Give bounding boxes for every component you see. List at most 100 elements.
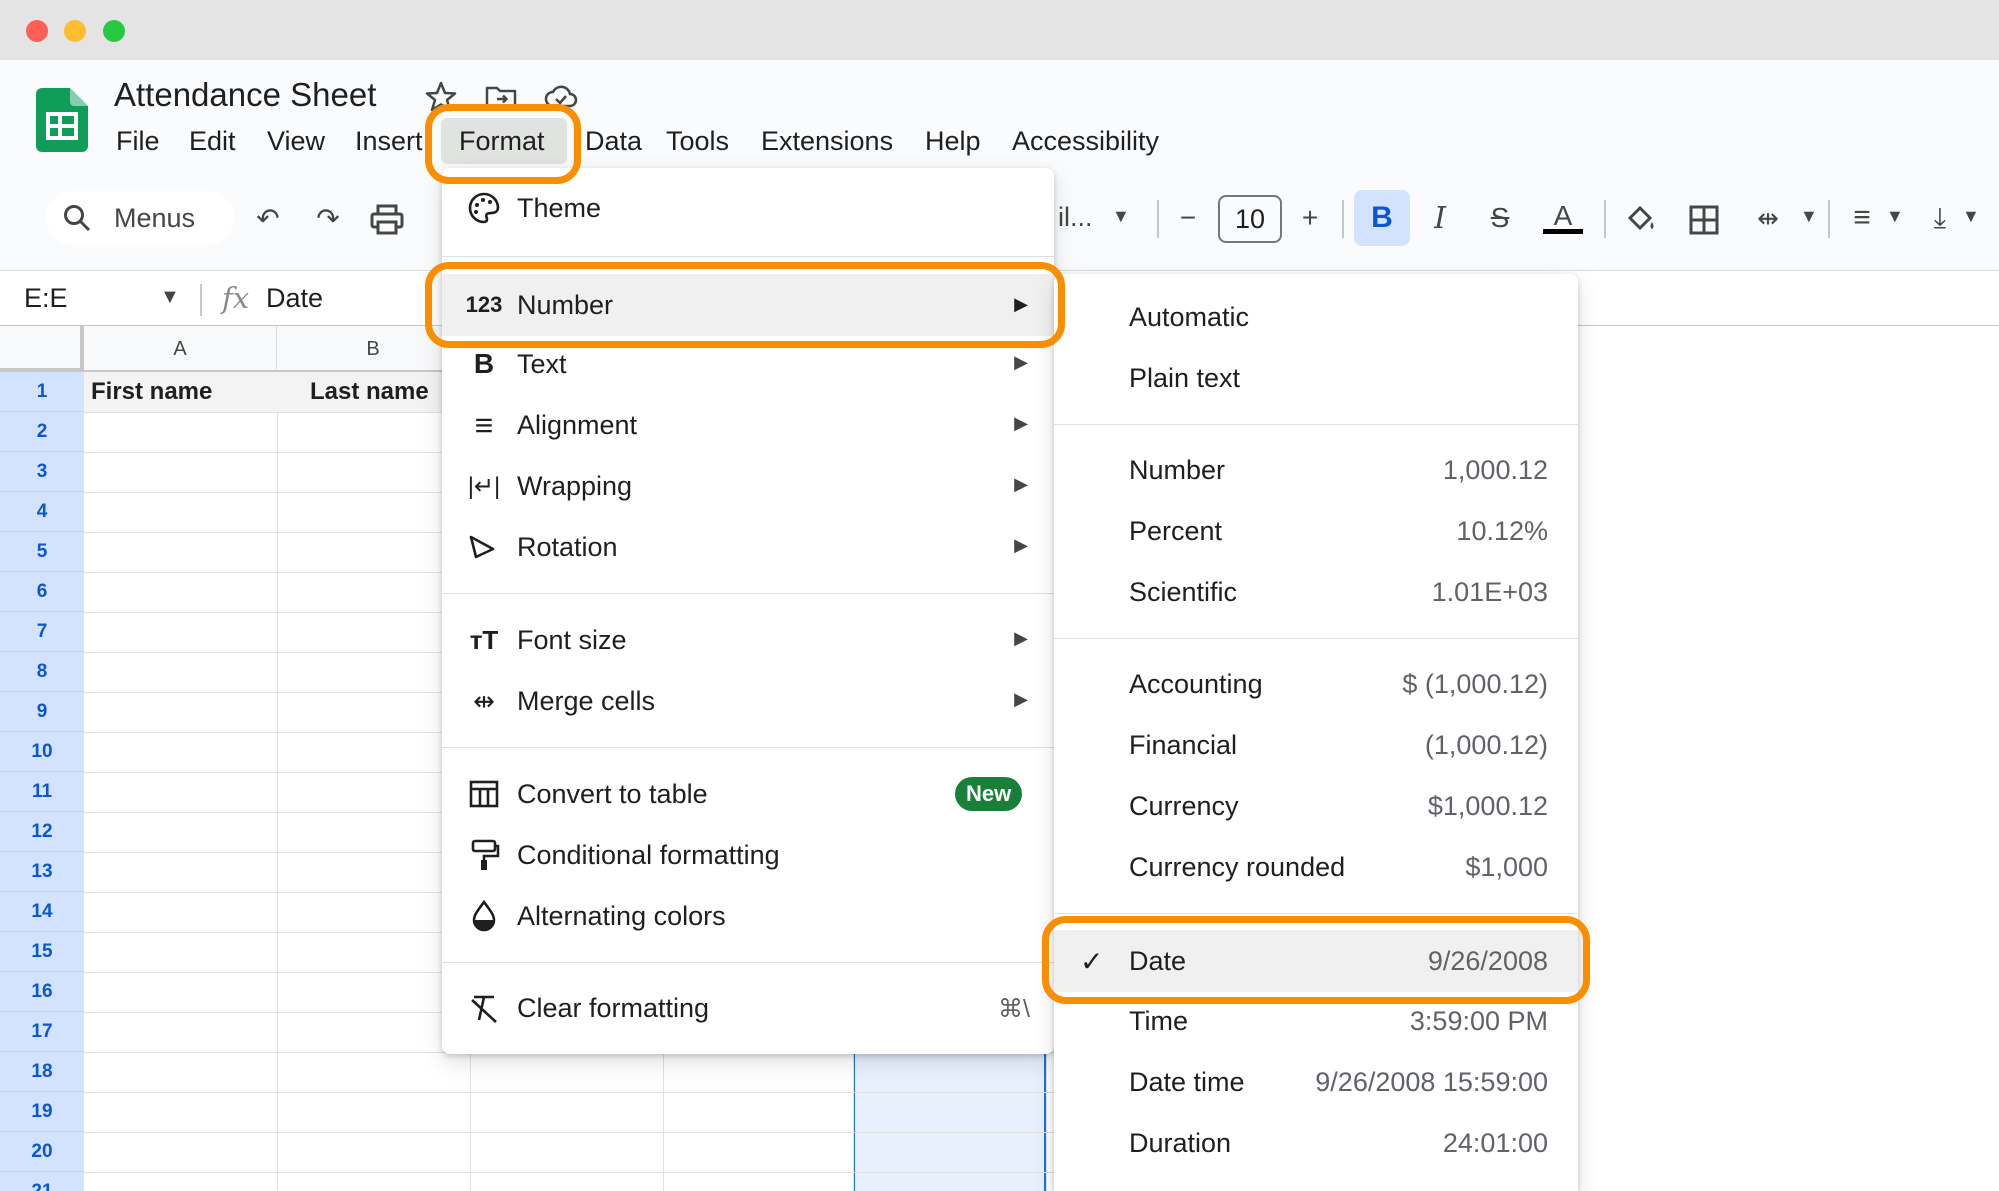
row-header-9[interactable]: 9 <box>0 692 84 732</box>
horizontal-align-icon[interactable]: ≡ <box>1840 196 1884 240</box>
number-format-currency-rounded[interactable]: Currency rounded $1,000 <box>1054 839 1578 895</box>
menu-data[interactable]: Data <box>585 126 642 157</box>
format-menu-item-conditional-formatting[interactable]: Conditional formatting <box>442 827 1054 883</box>
format-menu-item-convert-to-table[interactable]: Convert to table New <box>442 766 1054 822</box>
submenu-arrow-icon: ▶ <box>1014 689 1028 709</box>
number-format-automatic[interactable]: Automatic <box>1054 289 1578 345</box>
row-header-21[interactable]: 21 <box>0 1172 84 1191</box>
print-icon[interactable] <box>370 204 404 236</box>
format-menu-item-clear-formatting[interactable]: Clear formatting ⌘\ <box>442 980 1054 1036</box>
chevron-down-icon[interactable]: ▼ <box>1886 206 1904 227</box>
undo-icon[interactable]: ↶ <box>246 196 290 240</box>
row-header-18[interactable]: 18 <box>0 1052 84 1092</box>
cell-a1[interactable]: First name <box>91 378 212 406</box>
number-format-plain-text[interactable]: Plain text <box>1054 350 1578 406</box>
format-menu-item-rotation[interactable]: Rotation ▶ <box>442 519 1054 575</box>
font-size-input[interactable]: 10 <box>1218 195 1282 243</box>
row-header-7[interactable]: 7 <box>0 612 84 652</box>
row-header-20[interactable]: 20 <box>0 1132 84 1172</box>
borders-icon[interactable] <box>1688 204 1720 236</box>
number-format-currency[interactable]: Currency $1,000.12 <box>1054 778 1578 834</box>
row-header-8[interactable]: 8 <box>0 652 84 692</box>
menu-accessibility[interactable]: Accessibility <box>1012 126 1159 157</box>
format-menu-item-font-size[interactable]: ᴛT Font size ▶ <box>442 612 1054 668</box>
row-header-6[interactable]: 6 <box>0 572 84 612</box>
number-format-accounting[interactable]: Accounting $ (1,000.12) <box>1054 656 1578 712</box>
format-menu-label: Rotation <box>517 532 618 562</box>
menu-extensions[interactable]: Extensions <box>761 126 893 157</box>
format-menu-label: Convert to table <box>517 779 708 809</box>
number-format-number[interactable]: Number 1,000.12 <box>1054 442 1578 498</box>
submenu-arrow-icon: ▶ <box>1014 628 1028 648</box>
strikethrough-icon[interactable]: S <box>1478 196 1522 240</box>
name-box[interactable]: E:E <box>24 283 68 314</box>
row-header-12[interactable]: 12 <box>0 812 84 852</box>
number-format-duration[interactable]: Duration 24:01:00 <box>1054 1115 1578 1171</box>
text-color-icon[interactable]: A <box>1541 196 1585 240</box>
row-header-13[interactable]: 13 <box>0 852 84 892</box>
chevron-down-icon[interactable]: ▼ <box>1800 206 1818 227</box>
select-all-corner[interactable] <box>0 326 84 372</box>
vertical-align-icon[interactable]: ⤓ <box>1918 196 1962 240</box>
cell-b1[interactable]: Last name <box>310 378 429 406</box>
number-format-example: 9/26/2008 15:59:00 <box>1315 1067 1548 1097</box>
menu-view[interactable]: View <box>267 126 325 157</box>
row-header-19[interactable]: 19 <box>0 1092 84 1132</box>
menu-insert[interactable]: Insert <box>355 126 423 157</box>
fill-color-icon[interactable] <box>1624 202 1658 236</box>
menu-divider <box>442 256 1054 257</box>
sheets-logo-icon[interactable] <box>36 88 88 152</box>
row-header-16[interactable]: 16 <box>0 972 84 1012</box>
chevron-down-icon[interactable]: ▼ <box>1962 206 1980 227</box>
row-header-5[interactable]: 5 <box>0 532 84 572</box>
format-menu-item-theme[interactable]: Theme <box>442 180 1054 236</box>
increase-font-size-icon[interactable]: + <box>1288 196 1332 240</box>
row-header-15[interactable]: 15 <box>0 932 84 972</box>
number-format-label: Scientific <box>1129 577 1238 607</box>
format-menu-item-alignment[interactable]: ≡ Alignment ▶ <box>442 397 1054 453</box>
number-format-example: 1,000.12 <box>1442 455 1548 485</box>
row-header-11[interactable]: 11 <box>0 772 84 812</box>
number-format-label: Currency rounded <box>1129 852 1346 882</box>
chevron-down-icon[interactable]: ▼ <box>160 286 180 309</box>
toolbar-divider <box>1604 200 1606 238</box>
merge-icon: ⇹ <box>473 685 495 716</box>
bold-button[interactable]: B <box>1354 190 1410 246</box>
align-icon: ≡ <box>474 406 494 443</box>
formula-input[interactable]: Date <box>266 283 323 314</box>
menu-edit[interactable]: Edit <box>189 126 236 157</box>
chevron-down-icon[interactable]: ▼ <box>1112 206 1130 227</box>
number-format-date-time[interactable]: Date time 9/26/2008 15:59:00 <box>1054 1054 1578 1110</box>
close-window-button[interactable] <box>26 20 48 42</box>
document-title[interactable]: Attendance Sheet <box>114 76 376 114</box>
menu-file[interactable]: File <box>116 126 160 157</box>
redo-icon[interactable]: ↷ <box>306 196 350 240</box>
font-family-dropdown[interactable]: il... <box>1058 202 1093 233</box>
toolbar-divider <box>1157 200 1159 238</box>
menu-help[interactable]: Help <box>925 126 981 157</box>
minimize-window-button[interactable] <box>64 20 86 42</box>
menu-tools[interactable]: Tools <box>666 126 729 157</box>
row-header-1[interactable]: 1 <box>0 372 84 412</box>
decrease-font-size-icon[interactable]: − <box>1166 196 1210 240</box>
format-menu-item-merge-cells[interactable]: ⇹ Merge cells ▶ <box>442 673 1054 729</box>
column-header-a[interactable]: A <box>84 326 277 372</box>
row-header-14[interactable]: 14 <box>0 892 84 932</box>
italic-button[interactable]: I <box>1418 196 1462 240</box>
row-header-3[interactable]: 3 <box>0 452 84 492</box>
format-menu-item-alternating-colors[interactable]: Alternating colors <box>442 888 1054 944</box>
menu-divider <box>1054 424 1578 425</box>
number-format-financial[interactable]: Financial (1,000.12) <box>1054 717 1578 773</box>
number-format-label: Accounting <box>1129 669 1263 699</box>
menu-divider <box>442 593 1054 594</box>
row-header-2[interactable]: 2 <box>0 412 84 452</box>
format-menu-item-wrapping[interactable]: |↵| Wrapping ▶ <box>442 458 1054 514</box>
row-header-4[interactable]: 4 <box>0 492 84 532</box>
number-format-percent[interactable]: Percent 10.12% <box>1054 503 1578 559</box>
merge-cells-icon[interactable]: ⇹ <box>1746 196 1790 240</box>
zoom-window-button[interactable] <box>103 20 125 42</box>
row-header-10[interactable]: 10 <box>0 732 84 772</box>
menu-divider <box>1054 913 1578 914</box>
row-header-17[interactable]: 17 <box>0 1012 84 1052</box>
number-format-scientific[interactable]: Scientific 1.01E+03 <box>1054 564 1578 620</box>
